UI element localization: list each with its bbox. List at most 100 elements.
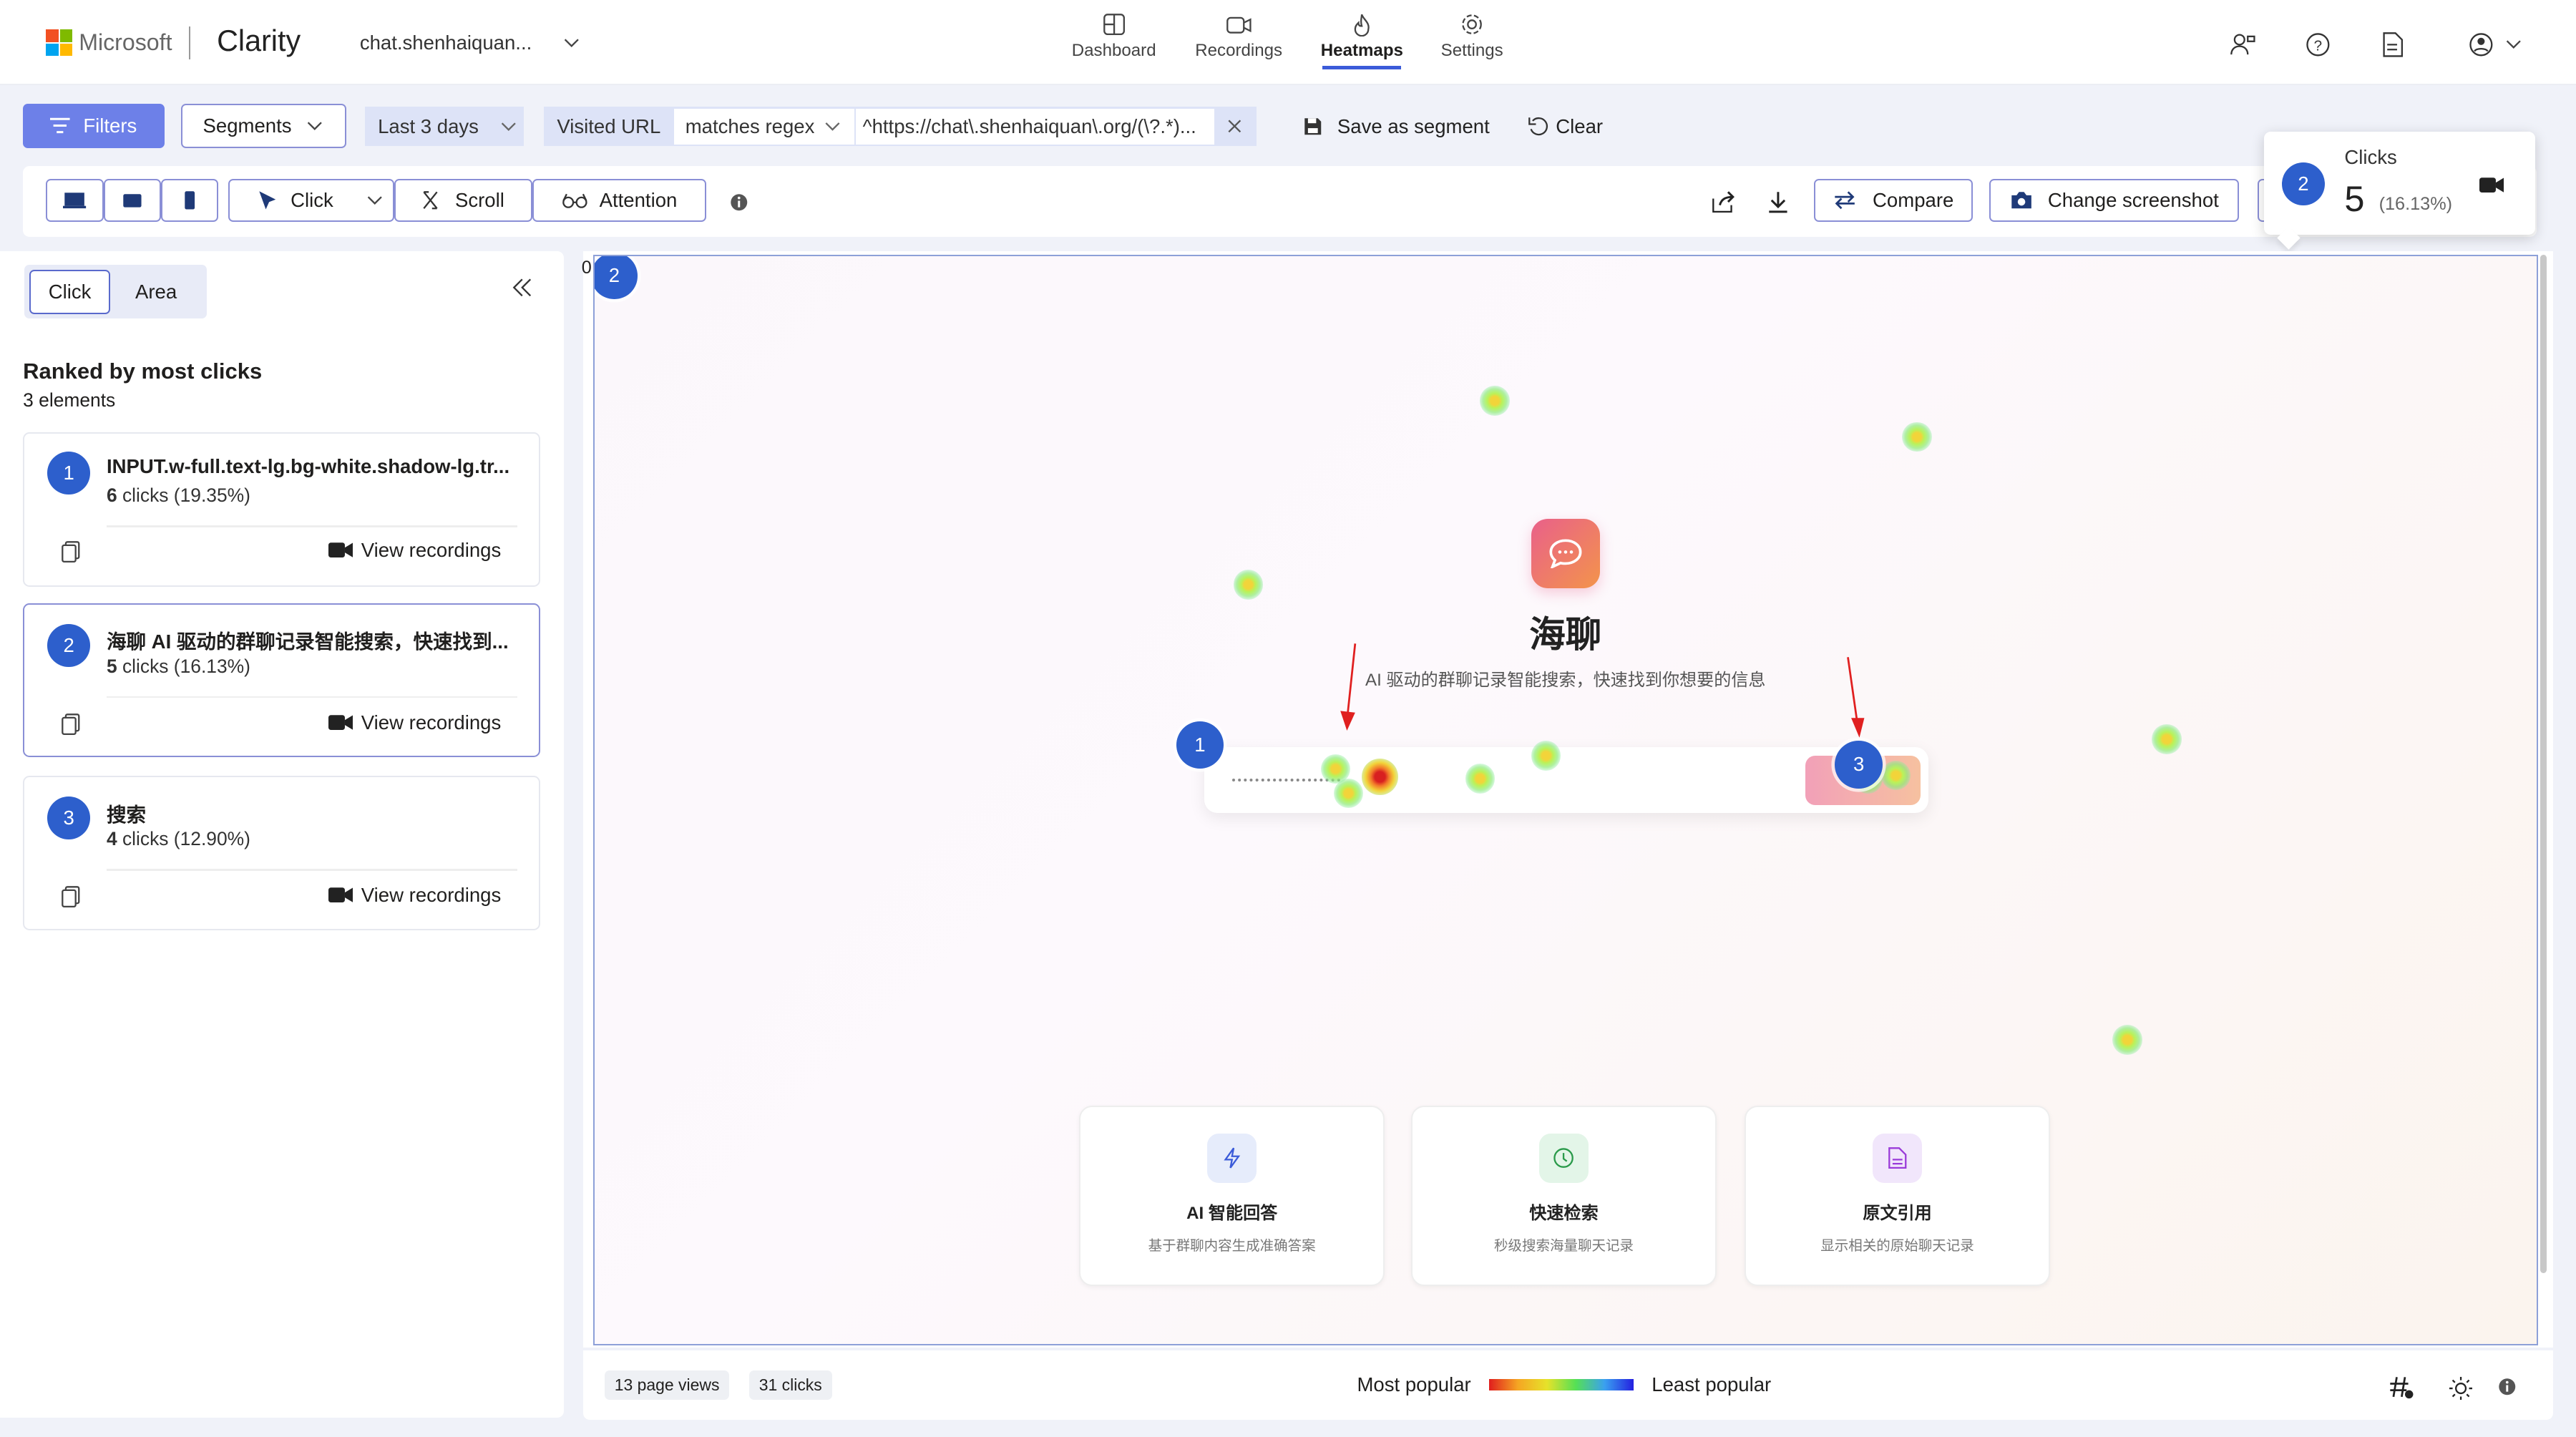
project-name: chat.shenhaiquan... — [359, 31, 532, 54]
tooltip-label: Clicks — [2344, 146, 2397, 169]
view-recordings-link[interactable]: View recordings — [328, 711, 501, 734]
clicks-badge: 31 clicks — [748, 1370, 832, 1400]
device-tablet-button[interactable] — [103, 179, 161, 222]
scroll-label: Scroll — [454, 189, 504, 212]
close-icon[interactable] — [1227, 119, 1242, 134]
scroll-heatmap-button[interactable]: Scroll — [394, 179, 532, 222]
feature-desc: 基于群聊内容生成准确答案 — [1148, 1238, 1316, 1255]
tab-click[interactable]: Click — [29, 269, 110, 314]
device-desktop-button[interactable] — [46, 179, 104, 222]
nav-dashboard[interactable]: Dashboard — [1056, 13, 1171, 61]
top-header: Microsoft Clarity chat.shenhaiquan... Da… — [0, 0, 2576, 86]
view-recordings-label: View recordings — [361, 538, 502, 561]
scrollbar-thumb[interactable] — [2540, 254, 2547, 1274]
change-screenshot-label: Change screenshot — [2047, 189, 2219, 212]
click-count: 6 — [106, 484, 117, 507]
heat-spot — [1531, 741, 1561, 771]
date-range-filter[interactable]: Last 3 days — [364, 107, 525, 147]
view-recordings-label: View recordings — [361, 711, 502, 734]
search-input[interactable] — [1204, 747, 1929, 814]
click-percent: clicks (12.90%) — [122, 827, 250, 849]
heat-spot — [2112, 1025, 2142, 1055]
video-icon[interactable] — [2479, 176, 2504, 194]
feature-title: 原文引用 — [1863, 1204, 1932, 1224]
info-icon[interactable] — [729, 193, 749, 213]
device-mobile-button[interactable] — [161, 179, 219, 222]
mobile-icon — [185, 191, 195, 210]
avatar-icon — [2469, 32, 2493, 57]
scroll-icon — [423, 191, 438, 210]
ranked-element-card[interactable]: 1 INPUT.w-full.text-lg.bg-white.shadow-l… — [23, 432, 541, 587]
feature-title: AI 智能回答 — [1186, 1204, 1278, 1224]
app-logo — [1531, 519, 1600, 588]
click-percent: clicks (16.13%) — [122, 655, 250, 677]
compare-button[interactable]: Compare — [1813, 179, 1974, 222]
segments-button[interactable]: Segments — [180, 103, 347, 148]
download-icon[interactable] — [1767, 190, 1789, 213]
feature-title: 快速检索 — [1529, 1204, 1599, 1224]
divider — [106, 696, 517, 698]
date-label: Last 3 days — [378, 115, 479, 137]
element-title: INPUT.w-full.text-lg.bg-white.shadow-lg.… — [106, 454, 510, 477]
save-icon — [1304, 118, 1321, 135]
ranked-element-card[interactable]: 3 搜索 4 clicks (12.90%) View recordings — [23, 775, 541, 930]
feature-card-fast-search: 快速检索 秒级搜索海量聊天记录 — [1410, 1105, 1717, 1287]
collapse-panel-icon[interactable] — [512, 278, 532, 298]
element-marker-1[interactable]: 1 — [1176, 721, 1224, 769]
divider — [189, 26, 191, 59]
element-title: 搜索 — [106, 803, 147, 826]
page-views-badge: 13 page views — [604, 1370, 730, 1400]
filters-button[interactable]: Filters — [23, 103, 165, 148]
document-icon[interactable] — [2381, 31, 2404, 58]
copy-icon[interactable] — [61, 885, 81, 908]
url-pattern-value: ^https://chat\.shenhaiquan\.org/(\?.*)..… — [862, 115, 1196, 137]
swap-icon — [1835, 191, 1855, 210]
share-icon[interactable] — [1712, 190, 1738, 213]
element-marker-2[interactable]: 2 — [594, 255, 638, 299]
copy-icon[interactable] — [61, 540, 81, 563]
chevron-down-icon — [564, 39, 579, 47]
people-icon[interactable] — [2230, 31, 2256, 58]
change-screenshot-button[interactable]: Change screenshot — [1989, 179, 2240, 222]
element-clicks: 4 clicks (12.90%) — [107, 828, 250, 850]
click-heatmap-button[interactable]: Click — [228, 179, 395, 222]
heat-spot — [1465, 764, 1496, 794]
video-icon — [328, 715, 353, 731]
feature-desc: 秒级搜索海量聊天记录 — [1493, 1238, 1634, 1255]
chevron-down-icon — [307, 122, 322, 130]
url-pattern-input[interactable]: ^https://chat\.shenhaiquan\.org/(\?.*)..… — [856, 108, 1214, 145]
click-tooltip: 2 Clicks 5 (16.13%) — [2263, 131, 2535, 250]
project-selector[interactable]: chat.shenhaiquan... — [360, 31, 581, 54]
save-segment-button[interactable]: Save as segment — [1303, 115, 1490, 138]
chat-bubble-icon — [1549, 539, 1582, 569]
chevron-down-icon[interactable] — [365, 190, 385, 210]
copy-icon[interactable] — [61, 713, 81, 736]
click-count: 4 — [106, 827, 117, 849]
element-title: 海聊 AI 驱动的群聊记录智能搜索，快速找到... — [106, 630, 509, 653]
nav-heatmaps[interactable]: Heatmaps — [1304, 13, 1420, 69]
account-menu[interactable] — [2468, 31, 2524, 58]
nav-label: Settings — [1440, 41, 1503, 61]
svg-text:?: ? — [2314, 37, 2323, 54]
view-recordings-link[interactable]: View recordings — [328, 539, 501, 562]
brightness-icon[interactable] — [2449, 1377, 2473, 1401]
click-label: Click — [291, 189, 333, 212]
info-icon[interactable] — [2497, 1377, 2517, 1397]
operator-select[interactable]: matches regex — [673, 108, 855, 145]
element-marker-3[interactable]: 3 — [1835, 741, 1883, 789]
nav-recordings[interactable]: Recordings — [1181, 13, 1297, 61]
feature-desc: 显示相关的原始聊天记录 — [1820, 1238, 1974, 1255]
hash-toggle-icon[interactable] — [2389, 1375, 2415, 1400]
tab-area[interactable]: Area — [110, 270, 203, 314]
nav-label: Heatmaps — [1320, 41, 1403, 61]
attention-label: Attention — [599, 189, 678, 212]
segments-label: Segments — [203, 114, 292, 137]
view-recordings-label: View recordings — [361, 883, 502, 906]
clear-button[interactable]: Clear — [1528, 115, 1603, 138]
dashboard-icon — [1103, 14, 1125, 36]
help-icon[interactable]: ? — [2305, 31, 2331, 58]
nav-settings[interactable]: Settings — [1415, 13, 1530, 61]
attention-heatmap-button[interactable]: Attention — [532, 179, 707, 222]
view-recordings-link[interactable]: View recordings — [328, 884, 501, 907]
ranked-element-card[interactable]: 2 海聊 AI 驱动的群聊记录智能搜索，快速找到... 5 clicks (16… — [23, 603, 541, 758]
